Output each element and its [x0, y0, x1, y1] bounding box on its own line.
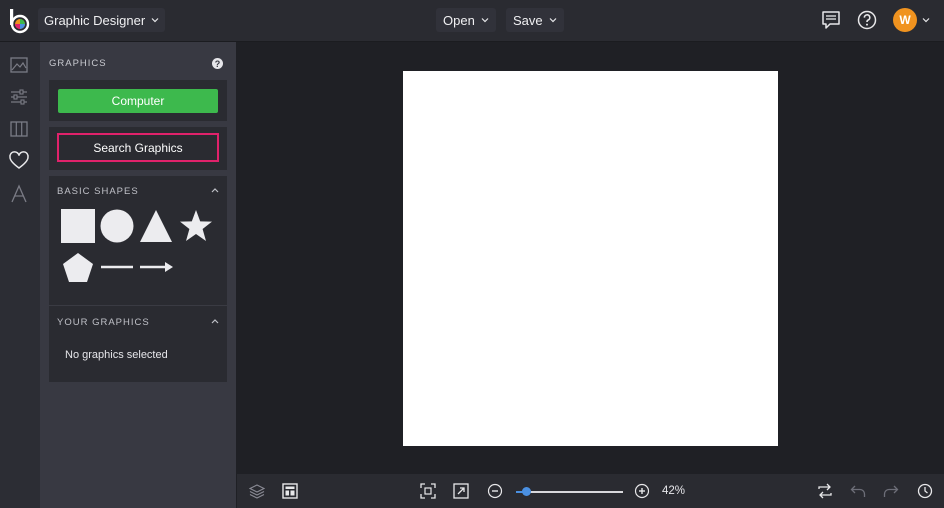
no-graphics-text: No graphics selected — [65, 349, 168, 361]
save-label: Save — [513, 12, 543, 28]
chevron-down-icon — [151, 18, 159, 23]
graphics-panel: GRAPHICS ? Computer Search Graphics BASI… — [40, 42, 236, 508]
triangle-shape[interactable] — [139, 209, 173, 243]
artboard[interactable] — [403, 71, 778, 446]
upload-box: Computer — [49, 80, 227, 121]
bottom-toolbar: 42% — [237, 474, 944, 508]
swap-icon[interactable] — [817, 483, 833, 499]
square-shape[interactable] — [61, 209, 95, 243]
zoom-in-icon[interactable] — [634, 483, 650, 499]
chevron-down-icon — [549, 18, 557, 23]
user-avatar[interactable]: W — [893, 8, 917, 32]
text-icon[interactable] — [8, 183, 30, 205]
chevron-down-icon[interactable] — [922, 16, 930, 24]
feedback-icon[interactable] — [821, 10, 841, 30]
arrow-shape[interactable] — [139, 251, 173, 285]
chevron-up-icon[interactable] — [210, 317, 220, 325]
history-icon[interactable] — [917, 483, 933, 499]
sliders-icon[interactable] — [8, 86, 30, 108]
image-icon[interactable] — [8, 54, 30, 76]
save-menu-button[interactable]: Save — [506, 8, 564, 32]
zoom-level: 42% — [662, 485, 686, 497]
section-divider — [49, 305, 227, 306]
zoom-slider-handle[interactable] — [522, 487, 532, 496]
search-box: Search Graphics — [49, 127, 227, 170]
question-icon[interactable]: ? — [212, 58, 223, 69]
redo-icon[interactable] — [883, 483, 899, 499]
columns-icon[interactable] — [8, 118, 30, 140]
computer-upload-button[interactable]: Computer — [58, 89, 218, 113]
chevron-down-icon — [481, 18, 489, 23]
your-graphics-heading: YOUR GRAPHICS — [57, 317, 150, 328]
line-shape[interactable] — [100, 251, 134, 285]
undo-icon[interactable] — [850, 483, 866, 499]
open-label: Open — [443, 12, 475, 28]
canvas-area — [237, 42, 944, 474]
heart-icon[interactable] — [8, 150, 30, 172]
fit-to-screen-icon[interactable] — [420, 483, 436, 499]
pentagon-shape[interactable] — [61, 251, 95, 285]
shapes-box: BASIC SHAPES YOUR GRAPHICS No graphics s… — [49, 176, 227, 382]
chevron-up-icon[interactable] — [210, 186, 220, 194]
zoom-slider-track[interactable] — [516, 491, 623, 493]
befunky-logo-icon[interactable] — [8, 8, 32, 34]
panel-title: GRAPHICS — [49, 58, 107, 69]
open-menu-button[interactable]: Open — [436, 8, 496, 32]
app-switcher[interactable]: Graphic Designer — [38, 8, 166, 32]
layers-icon[interactable] — [249, 483, 265, 499]
top-bar: Graphic Designer Open Save W — [0, 0, 944, 42]
expand-icon[interactable] — [453, 483, 469, 499]
avatar-initial: W — [899, 13, 911, 27]
help-icon[interactable] — [857, 10, 877, 30]
layout-icon[interactable] — [282, 483, 298, 499]
app-switcher-label: Graphic Designer — [44, 12, 146, 28]
star-shape[interactable] — [179, 209, 213, 243]
tool-rail — [0, 42, 40, 508]
basic-shapes-heading: BASIC SHAPES — [57, 186, 139, 197]
circle-shape[interactable] — [100, 209, 134, 243]
zoom-out-icon[interactable] — [487, 483, 503, 499]
search-graphics-button[interactable]: Search Graphics — [57, 133, 219, 162]
